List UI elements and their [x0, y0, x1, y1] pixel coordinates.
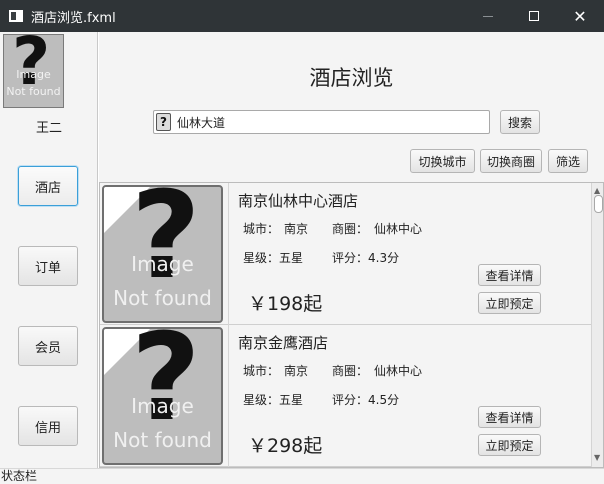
nav-hotel-button[interactable]: 酒店 [18, 166, 78, 206]
image-placeholder-text: Not found [113, 286, 212, 310]
star-rating: 星级：五星 [243, 251, 304, 265]
minimize-icon [483, 15, 493, 17]
view-detail-button[interactable]: 查看详情 [478, 264, 541, 286]
window-title: 酒店浏览.fxml [31, 10, 116, 26]
avatar-placeholder-text: Not found [6, 85, 61, 98]
scroll-thumb[interactable] [594, 195, 603, 213]
image-placeholder-text: Image [131, 394, 194, 418]
hotel-list[interactable]: ? Image Not found 南京仙林中心酒店 城市： 南京 商圈： 仙林… [99, 182, 604, 468]
district-label: 商圈： [332, 222, 369, 236]
filter-button[interactable]: 筛选 [548, 149, 588, 173]
book-now-button[interactable]: 立即预定 [478, 434, 541, 456]
avatar: ? Image Not found [3, 34, 64, 108]
help-icon: ? [156, 113, 171, 131]
scroll-up-icon[interactable]: ▲ [594, 186, 600, 195]
sidebar: ? Image Not found 王二 酒店 订单 会员 信用 [0, 32, 98, 468]
search-field[interactable]: ? [153, 110, 490, 134]
missing-image-icon: ? [131, 185, 201, 306]
book-now-button[interactable]: 立即预定 [478, 292, 541, 314]
username: 王二 [35, 121, 62, 136]
close-icon: ✕ [573, 6, 587, 26]
district-label: 商圈： [332, 364, 369, 378]
app-window-icon [9, 10, 23, 22]
hotel-card: ? Image Not found 南京仙林中心酒店 城市： 南京 商圈： 仙林… [100, 183, 591, 325]
review-score: 评分：4.5分 [332, 393, 400, 407]
city-label: 城市： [243, 222, 280, 236]
hotel-name: 南京仙林中心酒店 [238, 192, 359, 210]
nav-order-button[interactable]: 订单 [18, 246, 78, 286]
district-value: 仙林中心 [374, 222, 423, 236]
price: ￥298起 [248, 435, 323, 457]
search-button[interactable]: 搜索 [500, 110, 540, 134]
city-value: 南京 [284, 364, 309, 378]
maximize-button[interactable] [511, 0, 557, 32]
hotel-card: ? Image Not found 南京金鹰酒店 城市： 南京 商圈： 仙林中心… [100, 325, 591, 467]
view-detail-button[interactable]: 查看详情 [478, 406, 541, 428]
review-score: 评分：4.3分 [332, 251, 400, 265]
title-bar: 酒店浏览.fxml ✕ [0, 0, 604, 32]
hotel-image: ? Image Not found [102, 185, 223, 323]
star-rating: 星级：五星 [243, 393, 304, 407]
missing-image-icon: ? [131, 327, 201, 448]
minimize-button[interactable] [465, 0, 511, 32]
avatar-placeholder-text: Image [16, 68, 51, 81]
search-input[interactable] [177, 115, 477, 129]
maximize-icon [529, 11, 539, 21]
switch-district-button[interactable]: 切换商圈 [480, 149, 542, 173]
hotel-image: ? Image Not found [102, 327, 223, 465]
nav-member-button[interactable]: 会员 [18, 326, 78, 366]
scroll-down-icon[interactable]: ▼ [594, 453, 600, 462]
status-bar: 状态栏 [0, 468, 604, 484]
district-value: 仙林中心 [374, 364, 423, 378]
divider [228, 325, 229, 467]
nav-credit-button[interactable]: 信用 [18, 406, 78, 446]
page-title: 酒店浏览 [309, 66, 394, 90]
vertical-scrollbar[interactable]: ▲ ▼ [591, 183, 603, 467]
close-button[interactable]: ✕ [557, 0, 603, 32]
switch-city-button[interactable]: 切换城市 [410, 149, 475, 173]
price: ￥198起 [248, 293, 323, 315]
main-panel: 酒店浏览 ? 搜索 切换城市 切换商圈 筛选 ? Image Not found… [99, 32, 604, 468]
image-placeholder-text: Image [131, 252, 194, 276]
hotel-name: 南京金鹰酒店 [238, 334, 329, 352]
image-placeholder-text: Not found [113, 428, 212, 452]
city-value: 南京 [284, 222, 309, 236]
divider [228, 183, 229, 325]
city-label: 城市： [243, 364, 280, 378]
